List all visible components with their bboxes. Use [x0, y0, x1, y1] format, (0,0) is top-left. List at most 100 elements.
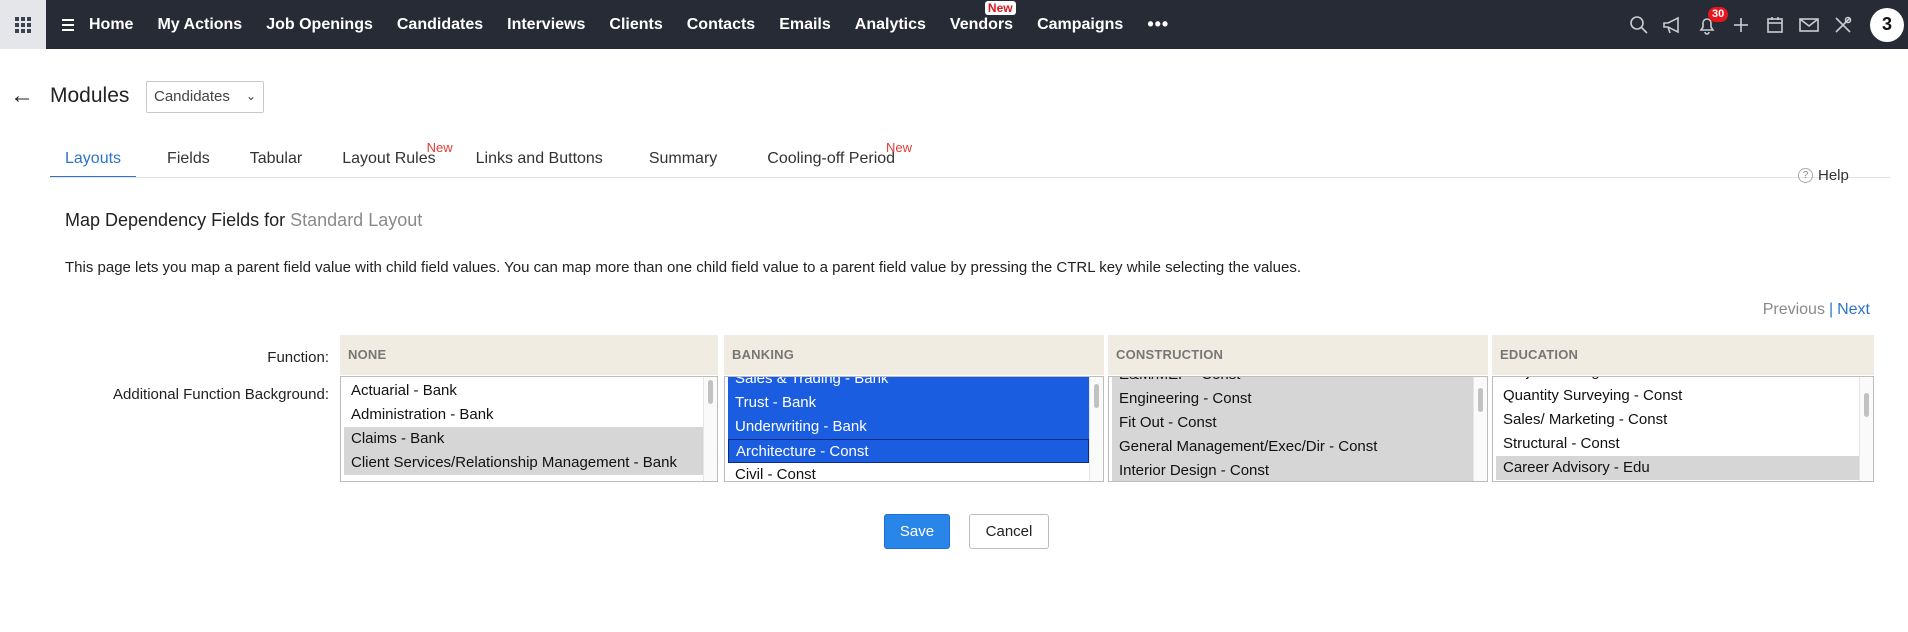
save-button[interactable]: Save	[884, 514, 950, 549]
grid-icon	[15, 16, 31, 33]
nav-item-label: Emails	[779, 15, 831, 33]
page-title: Modules	[50, 84, 130, 107]
main-nav: Home My Actions Job Openings Candidates Inte…	[89, 0, 1169, 49]
calendar-icon[interactable]	[1758, 0, 1792, 49]
tab-label: Fields	[167, 150, 210, 167]
app-switcher-button[interactable]	[0, 0, 46, 49]
listbox-option[interactable]: Quantity Surveying - Const	[1496, 384, 1859, 408]
listbox-option[interactable]: Career Advisory - Edu	[1496, 456, 1859, 480]
cancel-button[interactable]: Cancel	[969, 514, 1049, 549]
listbox-scrollbar[interactable]	[1859, 377, 1873, 481]
user-avatar[interactable]: 3	[1870, 7, 1904, 42]
nav-item-label: Contacts	[686, 15, 756, 33]
nav-item-candidates[interactable]: Candidates	[397, 16, 483, 34]
avatar-text: 3	[1881, 14, 1892, 34]
tab-layout-rules[interactable]: Layout Rules New	[327, 140, 453, 178]
nav-item-job-openings[interactable]: Job Openings	[266, 16, 373, 34]
dependency-column-education: EDUCATIONProject Management - ConstQuant…	[1492, 335, 1874, 482]
listbox-option[interactable]: Architecture - Const	[728, 439, 1089, 463]
scrollbar-thumb[interactable]	[1094, 384, 1099, 408]
nav-item-label: Campaigns	[1037, 15, 1124, 33]
add-plus-icon[interactable]	[1724, 0, 1758, 49]
announcement-megaphone-icon[interactable]	[1656, 0, 1690, 49]
listbox-options: Actuarial - Bank Administration - Bank Cla…	[344, 379, 703, 475]
tab-links-and-buttons[interactable]: Links and Buttons	[461, 140, 618, 178]
new-tag: New	[426, 140, 453, 155]
nav-item-emails[interactable]: Emails	[779, 16, 831, 34]
child-values-listbox[interactable]: Sales & Trading - Bank Trust - Bank Underw…	[724, 376, 1104, 482]
listbox-option[interactable]: Interior Design - Const	[1112, 459, 1473, 481]
tab-fields[interactable]: Fields	[152, 140, 225, 178]
child-values-listbox[interactable]: Project Management - ConstQuantity Surve…	[1492, 376, 1874, 482]
listbox-option[interactable]: Trust - Bank	[728, 391, 1089, 415]
function-field-label: Function:	[267, 349, 329, 366]
next-link[interactable]: Next	[1837, 301, 1870, 318]
nav-item-vendors[interactable]: Vendors New	[950, 0, 1016, 34]
section-description: This page lets you map a parent field va…	[65, 259, 1301, 276]
previous-link[interactable]: Previous	[1763, 301, 1825, 318]
tab-cooling-off-period[interactable]: Cooling-off Period New	[752, 140, 913, 178]
listbox-option[interactable]: Claims - Bank	[344, 427, 703, 451]
new-tag: New	[886, 140, 913, 155]
tab-tabular[interactable]: Tabular	[235, 140, 317, 178]
nav-item-campaigns[interactable]: Campaigns	[1037, 16, 1123, 34]
section-title: Map Dependency Fields for Standard Layou…	[65, 210, 422, 231]
nav-item-label: Home	[89, 15, 134, 33]
nav-item-clients[interactable]: Clients	[609, 16, 662, 34]
listbox-scrollbar[interactable]	[703, 377, 717, 481]
column-header: EDUCATION	[1492, 335, 1874, 375]
module-select-dropdown[interactable]: Candidates ⌄	[146, 81, 264, 113]
chevron-down-icon: ⌄	[245, 89, 256, 103]
listbox-scrollbar[interactable]	[1089, 377, 1103, 481]
listbox-option[interactable]: Sales/ Marketing - Const	[1496, 408, 1859, 432]
listbox-option[interactable]: Underwriting - Bank	[728, 415, 1089, 439]
child-values-listbox[interactable]: E&M/MEP - ConstEngineering - ConstFit Ou…	[1108, 376, 1488, 482]
nav-item-label: Interviews	[507, 15, 586, 33]
notifications-bell-icon[interactable]: 30	[1690, 0, 1729, 49]
listbox-option[interactable]: Structural - Const	[1496, 432, 1859, 456]
nav-item-contacts[interactable]: Contacts	[687, 16, 755, 34]
scrollbar-thumb[interactable]	[1864, 393, 1869, 417]
listbox-scrollbar[interactable]	[1473, 377, 1487, 481]
listbox-option[interactable]: Fit Out - Const	[1112, 411, 1473, 435]
search-icon[interactable]	[1622, 0, 1656, 49]
pager: Previous | Next	[1763, 301, 1870, 319]
question-circle-icon: ?	[1798, 168, 1813, 183]
listbox-options: Project Management - ConstQuantity Surve…	[1496, 377, 1859, 480]
listbox-option[interactable]: General Management/Exec/Dir - Const	[1112, 435, 1473, 459]
tab-layouts[interactable]: Layouts	[50, 140, 137, 178]
mail-icon[interactable]	[1792, 0, 1826, 49]
listbox-option[interactable]: Engineering - Const	[1112, 387, 1473, 411]
tabs-divider	[50, 177, 1890, 178]
listbox-option[interactable]: E&M/MEP - Const	[1112, 377, 1473, 387]
hamburger-menu-icon[interactable]	[62, 18, 82, 31]
listbox-option[interactable]: Actuarial - Bank	[344, 379, 703, 403]
nav-item-my-actions[interactable]: My Actions	[157, 16, 242, 34]
tab-label: Links and Buttons	[475, 150, 603, 167]
listbox-option[interactable]: Project Management - Const	[1496, 377, 1859, 384]
tab-summary[interactable]: Summary	[634, 140, 732, 178]
help-link[interactable]: ? Help	[1798, 167, 1849, 184]
dependency-column-construction: CONSTRUCTIONE&M/MEP - ConstEngineering -…	[1108, 335, 1488, 482]
listbox-option[interactable]: Civil - Const	[728, 463, 1089, 481]
listbox-options: E&M/MEP - ConstEngineering - ConstFit Ou…	[1112, 377, 1473, 481]
listbox-option[interactable]: Sales & Trading - Bank	[728, 377, 1089, 391]
listbox-option[interactable]: Administration - Bank	[344, 403, 703, 427]
dependency-column-none: NONE Actuarial - Bank Administration - Ban…	[340, 335, 718, 482]
nav-item-interviews[interactable]: Interviews	[507, 16, 585, 34]
back-arrow-icon[interactable]: ←	[10, 84, 34, 108]
listbox-option[interactable]: Client Services/Relationship Management …	[344, 451, 703, 475]
listbox-options: Sales & Trading - Bank Trust - Bank Underw…	[728, 377, 1089, 481]
nav-item-label: My Actions	[157, 15, 243, 33]
scrollbar-thumb[interactable]	[1478, 388, 1483, 412]
child-values-listbox[interactable]: Actuarial - Bank Administration - Bank Cla…	[340, 376, 718, 482]
tab-label: Layouts	[65, 150, 122, 167]
nav-item-label: Clients	[609, 15, 663, 33]
more-menu-icon[interactable]: •••	[1147, 14, 1169, 35]
nav-item-home[interactable]: Home	[89, 16, 133, 34]
tools-settings-icon[interactable]	[1826, 0, 1860, 49]
nav-item-analytics[interactable]: Analytics	[855, 16, 926, 34]
scrollbar-thumb[interactable]	[708, 380, 713, 404]
new-badge: New	[984, 0, 1016, 15]
layout-name: Standard Layout	[290, 210, 423, 230]
